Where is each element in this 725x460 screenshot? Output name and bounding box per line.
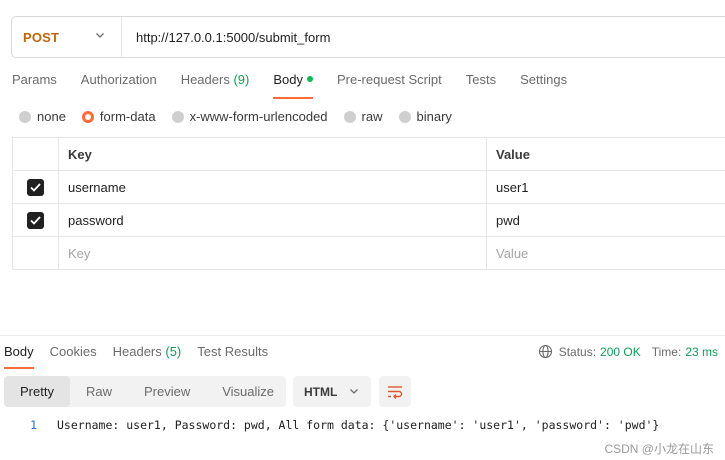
response-tab-cookies[interactable]: Cookies — [50, 344, 97, 368]
response-body-line: 1 Username: user1, Password: pwd, All fo… — [0, 418, 659, 432]
watermark: CSDN @小龙在山东 — [604, 442, 714, 456]
key-cell[interactable]: password — [59, 204, 487, 236]
response-tab-headers[interactable]: Headers (5) — [113, 344, 182, 368]
table-header-row: Key Value — [13, 138, 725, 171]
status-value[interactable]: 200 OK — [600, 345, 641, 359]
radio-selected-icon — [81, 110, 94, 123]
view-raw-button[interactable]: Raw — [70, 376, 128, 407]
view-pretty-button[interactable]: Pretty — [4, 376, 70, 407]
body-indicator-dot — [306, 76, 313, 82]
check-icon — [30, 215, 41, 225]
value-placeholder[interactable]: Value — [487, 237, 725, 269]
radio-circle-icon — [19, 110, 31, 123]
value-cell[interactable]: pwd — [487, 204, 725, 236]
status-label: Status: — [558, 344, 597, 359]
response-divider — [0, 335, 725, 336]
response-headers-count: (5) — [165, 344, 182, 359]
tab-body[interactable]: Body — [273, 72, 313, 99]
column-header-key: Key — [59, 138, 487, 170]
column-header-value: Value — [496, 146, 530, 162]
row-checkbox[interactable] — [27, 211, 44, 229]
tab-tests[interactable]: Tests — [466, 72, 496, 98]
form-data-table: Key Value username user1 password pwd Ke… — [12, 137, 725, 270]
format-label: HTML — [304, 384, 338, 399]
key-cell[interactable]: username — [59, 171, 487, 203]
response-tab-test-results[interactable]: Test Results — [197, 344, 268, 368]
response-tabs: Body Cookies Headers (5) Test Results — [4, 344, 284, 369]
response-status: Status: 200 OK Time: 23 ms — [538, 344, 718, 359]
table-row: username user1 — [13, 171, 725, 204]
time-value[interactable]: 23 ms — [685, 345, 718, 359]
table-row: password pwd — [13, 204, 725, 237]
wrap-lines-icon — [388, 385, 403, 399]
tab-authorization[interactable]: Authorization — [81, 72, 157, 98]
response-tab-body[interactable]: Body — [4, 344, 34, 369]
key-placeholder[interactable]: Key — [59, 237, 487, 269]
radio-binary[interactable]: binary — [398, 109, 452, 124]
radio-urlencoded[interactable]: x-www-form-urlencoded — [171, 109, 328, 124]
tab-pre-request-script[interactable]: Pre-request Script — [337, 72, 442, 98]
request-bar: POST http://127.0.0.1:5000/submit_form — [11, 16, 725, 58]
value-cell[interactable]: user1 — [487, 171, 725, 203]
radio-none[interactable]: none — [19, 109, 66, 124]
format-select[interactable]: HTML — [293, 376, 371, 407]
tab-headers[interactable]: Headers (9) — [181, 72, 250, 98]
radio-circle-icon — [343, 110, 356, 123]
method-label: POST — [23, 29, 60, 45]
chevron-down-icon — [96, 33, 104, 38]
line-text: Username: user1, Password: pwd, All form… — [57, 418, 660, 432]
view-visualize-button[interactable]: Visualize — [206, 376, 290, 407]
view-preview-button[interactable]: Preview — [128, 376, 206, 407]
radio-raw[interactable]: raw — [343, 109, 383, 124]
tab-settings[interactable]: Settings — [520, 72, 567, 98]
line-number: 1 — [30, 418, 37, 432]
url-input[interactable]: http://127.0.0.1:5000/submit_form — [122, 30, 330, 45]
table-row-empty: Key Value — [13, 237, 725, 270]
headers-count: (9) — [233, 72, 250, 87]
tab-params[interactable]: Params — [12, 72, 57, 98]
globe-icon[interactable] — [538, 344, 553, 359]
wrap-lines-button[interactable] — [379, 376, 411, 407]
radio-form-data[interactable]: form-data — [81, 109, 156, 124]
radio-circle-icon — [171, 110, 184, 123]
body-type-options: none form-data x-www-form-urlencoded raw… — [19, 109, 468, 124]
time-label: Time: — [651, 344, 682, 359]
check-icon — [30, 182, 41, 192]
radio-circle-icon — [398, 110, 411, 123]
method-select[interactable]: POST — [12, 17, 122, 57]
row-checkbox[interactable] — [27, 178, 44, 196]
request-tabs: Params Authorization Headers (9) Body Pr… — [12, 72, 591, 99]
chevron-down-icon — [350, 389, 358, 394]
response-view-selector: Pretty Raw Preview Visualize — [4, 376, 286, 407]
